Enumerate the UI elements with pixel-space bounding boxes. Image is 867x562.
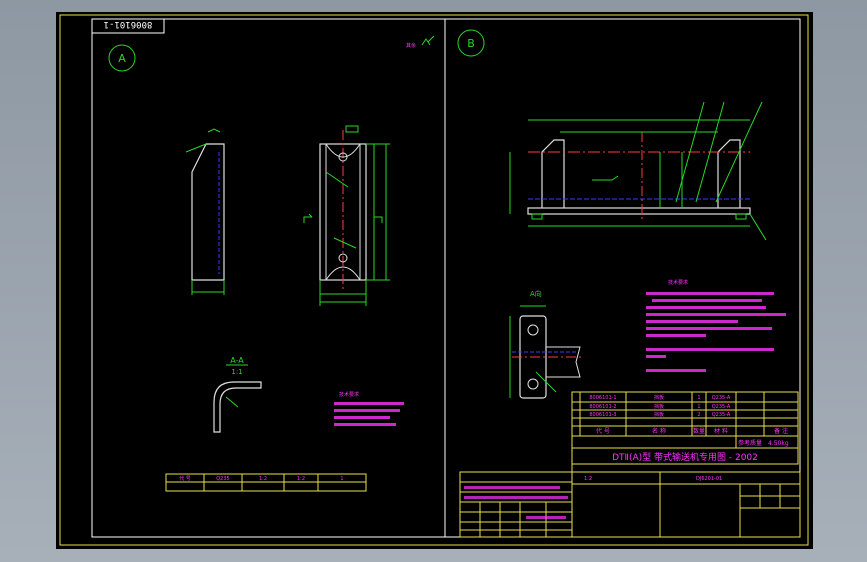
sheet-code: DJ6201-01 xyxy=(696,476,722,482)
cad-viewport[interactable]: 8006101-1 A B 其余 A-A 1:1 技术要求 代 号 Q235 1… xyxy=(0,0,867,562)
svg-text:8006101-1: 8006101-1 xyxy=(589,395,616,401)
outer-border xyxy=(59,14,809,546)
svg-text:2: 2 xyxy=(697,412,700,418)
section-scale: 1:1 xyxy=(231,368,242,376)
roughness-symbol xyxy=(421,35,435,46)
svg-text:代 号: 代 号 xyxy=(179,475,191,482)
parts-list: 8006101-1 挡板 1 Q235-A 8006101-2 挡板 1 Q23… xyxy=(571,391,799,437)
svg-text:Q235-A: Q235-A xyxy=(712,404,731,410)
svg-text:材 料: 材 料 xyxy=(714,427,728,435)
section-a-a: A-A 1:1 xyxy=(213,356,262,433)
svg-text:挡板: 挡板 xyxy=(654,403,664,410)
svg-text:数量: 数量 xyxy=(693,427,705,435)
svg-text:挡板: 挡板 xyxy=(654,394,664,401)
svg-text:代 号: 代 号 xyxy=(596,427,610,435)
svg-text:1:2: 1:2 xyxy=(259,476,267,482)
mass-value: 4.50kg xyxy=(768,440,789,447)
notes-a: 技术要求 xyxy=(334,391,404,426)
part-a-side-view xyxy=(185,128,225,295)
direction-a-view: A向 xyxy=(509,289,582,399)
drawing-sheet: 8006101-1 A B 其余 A-A 1:1 技术要求 代 号 Q235 1… xyxy=(56,12,813,549)
drawing-number: 8006101-1 xyxy=(104,19,153,29)
view-b-label: B xyxy=(467,37,475,50)
svg-text:Q235-A: Q235-A xyxy=(712,412,731,418)
notes-b-title: 技术要求 xyxy=(668,279,688,286)
part-b-assembly-view xyxy=(509,101,767,241)
scale-value: 1:2 xyxy=(584,476,592,482)
svg-text:Q235: Q235 xyxy=(216,476,229,482)
direction-label: A向 xyxy=(530,289,542,298)
title-block: 参考质量 4.50kg DTⅡ(A)型 带式输送机专用图 - 2002 1:2 … xyxy=(459,435,801,538)
svg-text:Q235-A: Q235-A xyxy=(712,395,731,401)
title-line: DTⅡ(A)型 带式输送机专用图 - 2002 xyxy=(612,451,758,463)
svg-text:8006101-3: 8006101-3 xyxy=(589,412,616,418)
notes-b: 技术要求 xyxy=(646,279,786,372)
svg-text:1: 1 xyxy=(340,476,343,482)
svg-text:备 注: 备 注 xyxy=(774,427,788,435)
svg-text:8006101-2: 8006101-2 xyxy=(589,404,616,410)
svg-text:1:2: 1:2 xyxy=(297,476,305,482)
view-a-label: A xyxy=(118,52,126,65)
mass-label: 参考质量 xyxy=(738,439,762,447)
roughness-note: 其余 xyxy=(406,42,416,49)
svg-text:1: 1 xyxy=(697,404,700,410)
part-a-table: 代 号 Q235 1:2 1:2 1 xyxy=(165,473,367,492)
notes-a-title: 技术要求 xyxy=(339,391,359,398)
svg-text:挡板: 挡板 xyxy=(654,411,664,418)
section-label: A-A xyxy=(230,356,244,365)
part-a-front-view xyxy=(303,125,390,306)
svg-text:名 称: 名 称 xyxy=(652,427,666,435)
svg-text:1: 1 xyxy=(697,395,700,401)
drawing-canvas: 8006101-1 A B 其余 A-A 1:1 技术要求 代 号 Q235 1… xyxy=(59,14,809,546)
